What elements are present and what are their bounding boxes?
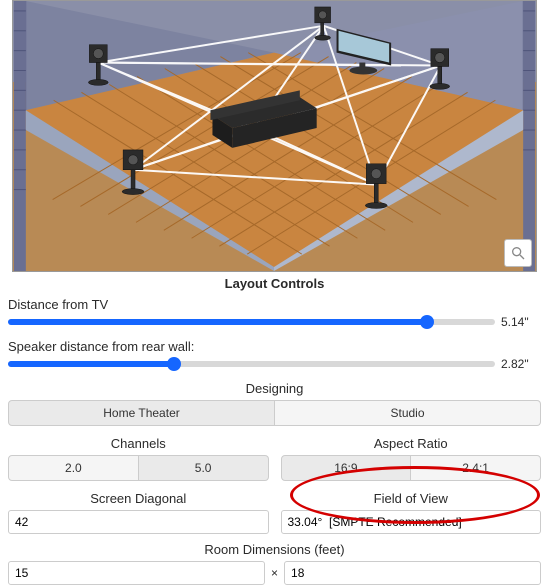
room-width-input[interactable] — [8, 561, 265, 585]
channels-option-2-0[interactable]: 2.0 — [8, 455, 139, 481]
screen-diagonal-title: Screen Diagonal — [8, 491, 269, 506]
layout-controls-title: Layout Controls — [0, 276, 549, 291]
distance-tv-slider[interactable] — [8, 315, 495, 329]
zoom-button[interactable] — [504, 239, 532, 267]
dimensions-multiply: × — [271, 566, 278, 580]
designing-option-studio[interactable]: Studio — [275, 400, 541, 426]
aspect-ratio-segmented: 16:92.4:1 — [281, 455, 542, 481]
speaker-rear-slider[interactable] — [8, 357, 495, 371]
designing-segmented: Home TheaterStudio — [8, 400, 541, 426]
channels-segmented: 2.05.0 — [8, 455, 269, 481]
channels-title: Channels — [8, 436, 269, 451]
distance-tv-label: Distance from TV — [8, 297, 541, 312]
designing-option-home-theater[interactable]: Home Theater — [8, 400, 275, 426]
room-height-input[interactable] — [284, 561, 541, 585]
field-of-view-title: Field of View — [281, 491, 542, 506]
aspect-ratio-option-16-9[interactable]: 16:9 — [281, 455, 412, 481]
room-3d-viewer[interactable] — [12, 0, 537, 272]
screen-diagonal-input[interactable] — [8, 510, 269, 534]
speaker-rear-label: Speaker distance from rear wall: — [8, 339, 541, 354]
field-of-view-input[interactable] — [281, 510, 542, 534]
aspect-ratio-title: Aspect Ratio — [281, 436, 542, 451]
speaker-rear-value: 2.82" — [501, 357, 541, 371]
aspect-ratio-option-2-4-1[interactable]: 2.4:1 — [411, 455, 541, 481]
designing-title: Designing — [8, 381, 541, 396]
room-dimensions-title: Room Dimensions (feet) — [8, 542, 541, 557]
channels-option-5-0[interactable]: 5.0 — [139, 455, 269, 481]
magnifier-icon — [510, 245, 526, 261]
distance-tv-value: 5.14" — [501, 315, 541, 329]
